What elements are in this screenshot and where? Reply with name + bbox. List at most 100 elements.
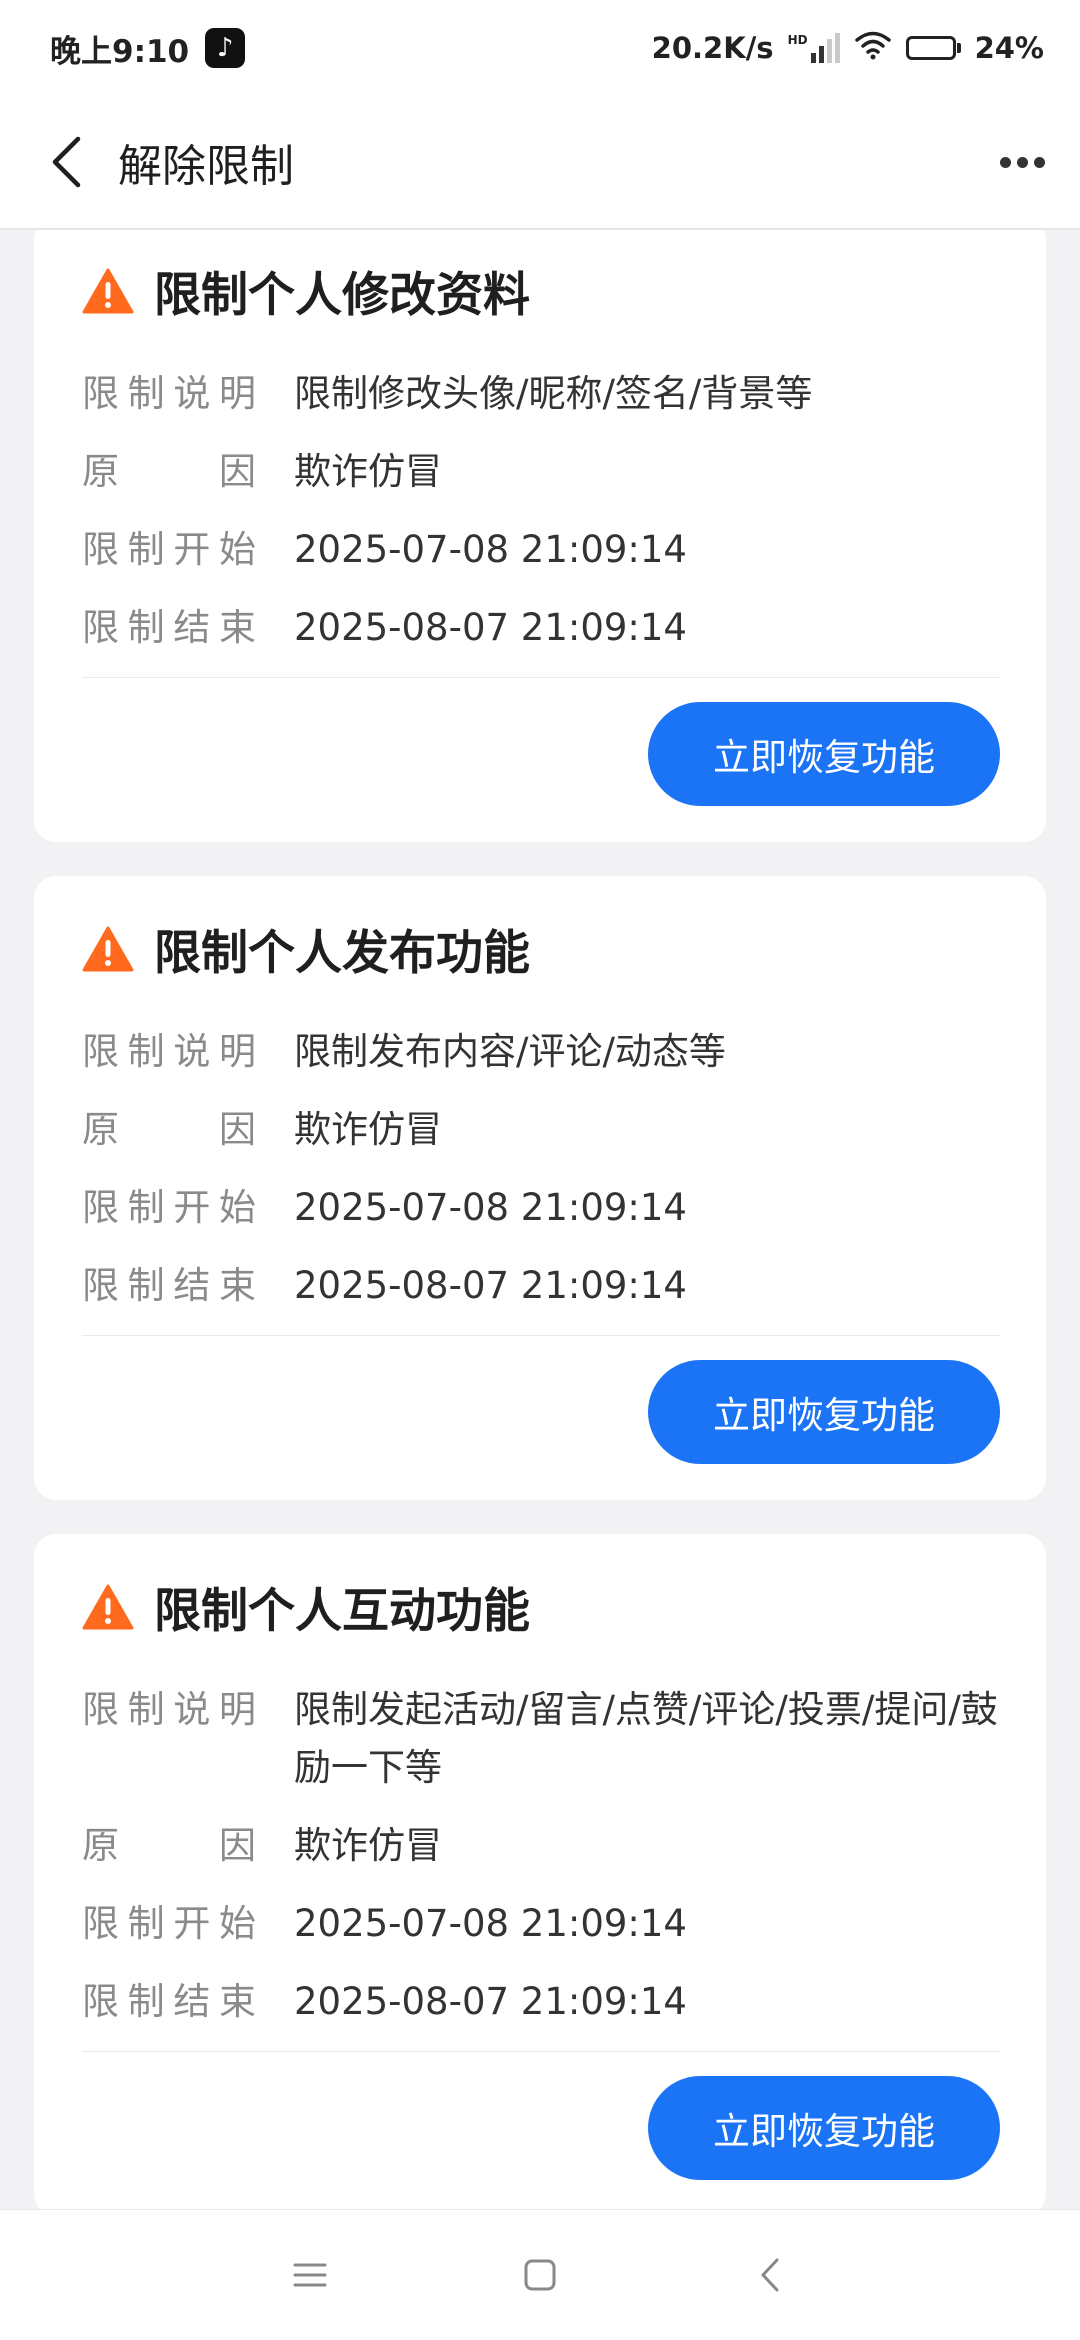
row-label-char: 明 <box>218 1030 256 1073</box>
row-label-char: 开 <box>173 1186 211 1229</box>
row-label-char: 制 <box>127 1688 165 1731</box>
row-label: 原因 <box>82 443 294 501</box>
row-label-char: 原 <box>82 1824 119 1867</box>
row-desc: 限制说明限制修改头像/昵称/签名/背景等 <box>82 365 1000 423</box>
row-value-end: 2025-08-07 21:09:14 <box>294 1980 687 2023</box>
card-divider <box>82 2051 1000 2052</box>
nav-menu-button[interactable] <box>270 2235 350 2315</box>
row-label-char: 制 <box>127 1980 165 2023</box>
row-label-char: 因 <box>219 1108 256 1151</box>
restriction-list[interactable]: 限制个人修改资料限制说明限制修改头像/昵称/签名/背景等原因欺诈仿冒限制开始 20… <box>0 230 1080 2210</box>
warning-icon <box>82 268 134 313</box>
back-triangle-icon <box>761 2258 779 2292</box>
row-label-char: 开 <box>173 1902 211 1945</box>
restore-function-button[interactable]: 立即恢复功能 <box>648 702 1000 806</box>
wifi-icon <box>854 30 892 67</box>
network-speed: 20.2K/s <box>651 31 774 65</box>
row-label-char: 因 <box>219 450 256 493</box>
warning-icon <box>82 1584 134 1629</box>
row-label-char: 明 <box>218 1688 256 1731</box>
row-label-char: 限 <box>82 1902 119 1945</box>
row-label-char: 因 <box>219 1824 256 1867</box>
row-label-char: 明 <box>218 372 256 415</box>
page-title: 解除限制 <box>118 141 294 192</box>
row-label-char: 结 <box>173 1980 211 2023</box>
back-button[interactable] <box>26 122 106 202</box>
restriction-card: 限制个人互动功能限制说明限制发起活动/留言/点赞/评论/投票/提问/鼓励一下等原… <box>34 1534 1046 2210</box>
row-value-desc: 限制修改头像/昵称/签名/背景等 <box>294 372 813 415</box>
row-label-char: 结 <box>173 606 211 649</box>
row-start: 限制开始 2025-07-08 21:09:14 <box>82 1895 1000 1953</box>
signal-badge: HD <box>787 33 808 47</box>
restriction-card: 限制个人修改资料限制说明限制修改头像/昵称/签名/背景等原因欺诈仿冒限制开始 20… <box>34 230 1046 842</box>
warning-icon <box>82 926 134 971</box>
row-label-char: 始 <box>218 528 256 571</box>
restore-function-button[interactable]: 立即恢复功能 <box>648 1360 1000 1464</box>
row-label-char: 限 <box>82 1980 119 2023</box>
nav-home-button[interactable] <box>500 2235 580 2315</box>
row-label: 限制结束 <box>82 1257 294 1315</box>
row-label-char: 制 <box>127 1902 165 1945</box>
row-label-char: 束 <box>218 1980 256 2023</box>
row-value-end: 2025-08-07 21:09:14 <box>294 606 687 649</box>
row-value-reason: 欺诈仿冒 <box>294 1108 442 1151</box>
row-end: 限制结束 2025-08-07 21:09:14 <box>82 599 1000 657</box>
row-value-reason: 欺诈仿冒 <box>294 450 442 493</box>
more-dots-icon <box>999 156 1045 168</box>
row-reason: 原 因欺诈仿冒 <box>82 1101 1000 1159</box>
signal-icon: HD <box>788 33 840 63</box>
row-end: 限制结束 2025-08-07 21:09:14 <box>82 1973 1000 2031</box>
row-value-end: 2025-08-07 21:09:14 <box>294 1264 687 1307</box>
row-label-char: 制 <box>127 1030 165 1073</box>
battery-percent: 24% <box>974 31 1044 65</box>
row-label-char: 限 <box>82 372 119 415</box>
card-actions: 立即恢复功能 <box>82 702 1000 806</box>
chevron-left-icon <box>52 136 81 188</box>
row-reason: 原因欺诈仿冒 <box>82 1817 1000 1875</box>
card-header: 限制个人互动功能 <box>82 1572 1000 1641</box>
row-label-char: 束 <box>218 606 256 649</box>
card-header: 限制个人修改资料 <box>82 256 1000 325</box>
row-label: 限制说明 <box>82 365 294 423</box>
row-value-desc: 限制发布内容/评论/动态等 <box>294 1030 726 1073</box>
row-label: 限制说明 <box>82 1023 294 1081</box>
menu-icon <box>293 2263 327 2287</box>
row-value-start: 2025-07-08 21:09:14 <box>294 1186 687 1229</box>
row-label: 限制开始 <box>82 1895 294 1953</box>
restriction-card: 限制个人发布功能限制说明限制发布内容/评论/动态等原因欺诈仿冒限制开始 2025-… <box>34 876 1046 1500</box>
status-bar: 晚上9:10 ♪ 20.2K/s HD 24% <box>0 0 1080 96</box>
row-label-char: 始 <box>218 1186 256 1229</box>
card-divider <box>82 1335 1000 1336</box>
status-right: 20.2K/s HD 24% <box>652 30 1044 67</box>
row-label: 限制开始 <box>82 521 294 579</box>
nav-back-button[interactable] <box>730 2235 810 2315</box>
row-label-char: 制 <box>127 1186 165 1229</box>
status-time: 晚上9:10 <box>50 33 190 70</box>
row-label-char: 始 <box>218 1902 256 1945</box>
row-label-char: 束 <box>218 1264 256 1307</box>
row-label-char: 制 <box>127 1264 165 1307</box>
card-actions: 立即恢复功能 <box>82 2076 1000 2180</box>
restore-function-button[interactable]: 立即恢复功能 <box>648 2076 1000 2180</box>
row-label-char: 结 <box>173 1264 211 1307</box>
row-start: 限制开始 2025-07-08 21:09:14 <box>82 521 1000 579</box>
row-end: 限制结束 2025-08-07 21:09:14 <box>82 1257 1000 1315</box>
row-desc: 限制说明限制发起活动/留言/点赞/评论/投票/提问/鼓励一下等 <box>82 1681 1000 1797</box>
row-label: 限制说明 <box>82 1681 294 1797</box>
battery-icon <box>905 36 961 60</box>
row-label-char: 限 <box>82 1030 119 1073</box>
row-label-char: 说 <box>173 372 211 415</box>
row-label-char: 原 <box>82 1108 119 1151</box>
tiktok-notification-icon: ♪ <box>205 28 246 68</box>
app-header: 解除限制 <box>0 96 1080 230</box>
card-title: 限制个人发布功能 <box>154 926 530 981</box>
card-divider <box>82 677 1000 678</box>
row-label: 限制结束 <box>82 599 294 657</box>
row-label-char: 制 <box>127 606 165 649</box>
row-label-char: 制 <box>127 372 165 415</box>
row-label-char: 开 <box>173 528 211 571</box>
more-button[interactable] <box>992 132 1052 192</box>
row-label-char: 限 <box>82 1186 119 1229</box>
row-reason: 原因欺诈仿冒 <box>82 443 1000 501</box>
card-title: 限制个人互动功能 <box>154 1584 530 1639</box>
